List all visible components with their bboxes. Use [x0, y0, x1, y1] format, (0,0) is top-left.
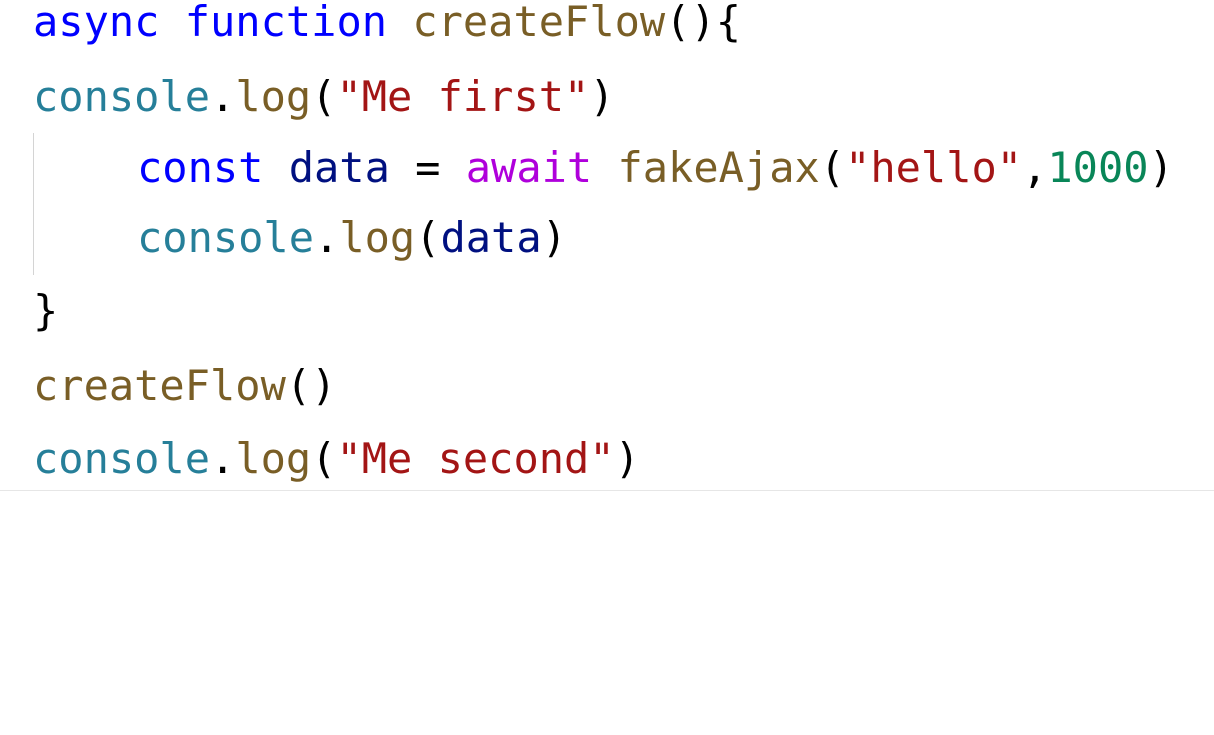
await-keyword: await: [465, 143, 593, 192]
dot-operator: .: [210, 72, 236, 121]
close-paren: ): [541, 213, 567, 262]
editor-bottom-border: [0, 490, 1214, 491]
open-paren: (: [311, 434, 337, 483]
string-literal: "Me first": [336, 72, 590, 121]
code-editor[interactable]: async function createFlow(){ console.log…: [0, 0, 1214, 495]
close-brace: }: [33, 286, 59, 335]
close-paren: ): [1148, 143, 1174, 192]
dot-operator: .: [314, 213, 340, 262]
string-literal: "hello": [845, 143, 1023, 192]
code-line-6[interactable]: createFlow(): [33, 356, 336, 416]
open-paren: (: [819, 143, 846, 192]
open-paren: (: [415, 213, 441, 262]
code-line-7[interactable]: console.log("Me second"): [33, 429, 640, 489]
function-call: createFlow: [33, 361, 286, 410]
comma: ,: [1022, 143, 1048, 192]
variable-name: data: [288, 143, 390, 192]
dot-operator: .: [210, 434, 236, 483]
async-keyword: async: [33, 0, 160, 46]
log-method: log: [235, 434, 312, 483]
code-line-1[interactable]: async function createFlow(){: [33, 0, 741, 52]
console-object: console: [33, 434, 211, 483]
close-paren: ): [589, 72, 615, 121]
number-literal: 1000: [1047, 143, 1149, 192]
code-block[interactable]: async function createFlow(){ console.log…: [33, 0, 1174, 735]
code-line-5[interactable]: }: [33, 281, 58, 341]
assignment-operator: =: [389, 143, 466, 192]
console-object: console: [33, 72, 211, 121]
function-call: fakeAjax: [617, 143, 820, 192]
code-line-4[interactable]: console.log(data): [137, 208, 567, 268]
string-literal: "Me second": [336, 434, 615, 483]
code-line-3[interactable]: const data = await fakeAjax("hello",1000…: [137, 138, 1174, 198]
close-paren: ): [614, 434, 640, 483]
open-brace: {: [715, 0, 742, 46]
function-keyword: function: [184, 0, 388, 46]
console-object: console: [137, 213, 315, 262]
call-parens: (): [285, 361, 337, 410]
function-name: createFlow: [412, 0, 666, 46]
function-params: (): [665, 0, 716, 46]
log-method: log: [339, 213, 416, 262]
variable-reference: data: [440, 213, 542, 262]
code-line-2[interactable]: console.log("Me first"): [33, 67, 615, 127]
log-method: log: [235, 72, 312, 121]
open-paren: (: [311, 72, 337, 121]
const-keyword: const: [137, 143, 264, 192]
